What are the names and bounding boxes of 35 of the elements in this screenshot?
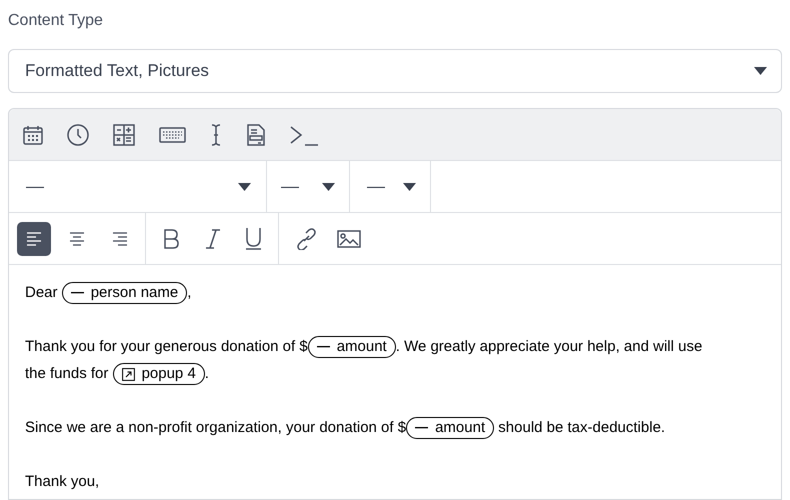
format-dropdown[interactable]: — <box>9 161 267 212</box>
letter-paragraph: Thank you, <box>25 472 100 492</box>
popup-token[interactable]: popup 4 <box>112 363 205 386</box>
terminal-icon[interactable] <box>290 124 320 146</box>
dash-icon <box>415 427 428 430</box>
popup-icon <box>122 368 135 381</box>
field-token[interactable]: amount <box>406 417 494 440</box>
link-icon[interactable] <box>295 228 317 250</box>
letter-paragraph: Since we are a non-profit organization, your donation of $ amount should be tax-deductible. <box>25 414 666 441</box>
align-left-button[interactable] <box>17 222 51 256</box>
letter-paragraph: Dear person name , <box>25 279 192 306</box>
image-icon[interactable] <box>337 230 361 248</box>
calculator-icon[interactable] <box>113 124 135 146</box>
dash-icon <box>316 346 330 348</box>
caret-icon <box>322 182 335 190</box>
content-type-select[interactable]: Formatted Text, Pictures <box>8 49 782 93</box>
field-label: Content Type <box>8 11 104 31</box>
caret-icon <box>403 182 416 190</box>
italic-icon[interactable] <box>203 228 222 250</box>
caret-icon <box>754 67 767 75</box>
underline-icon[interactable] <box>244 227 263 250</box>
document-icon[interactable] <box>246 124 266 146</box>
text-cursor-icon[interactable] <box>210 124 222 146</box>
keyboard-icon[interactable] <box>159 126 186 142</box>
dash-icon <box>70 292 84 294</box>
calendar-icon[interactable] <box>23 124 43 144</box>
field-token[interactable]: amount <box>308 336 396 358</box>
field-token[interactable]: person name <box>62 282 188 304</box>
format-dropdown[interactable]: — <box>350 161 431 212</box>
bold-icon[interactable] <box>162 228 181 250</box>
caret-icon <box>238 182 251 190</box>
clock-icon[interactable] <box>67 124 89 146</box>
letter-paragraph: Thank you for your generous donation of $ amount . We greatly appreciate your help, and will use the funds for popup 4 . <box>25 333 725 387</box>
select-value: Formatted Text, Pictures <box>25 60 209 82</box>
format-dropdown[interactable]: — <box>267 161 350 212</box>
